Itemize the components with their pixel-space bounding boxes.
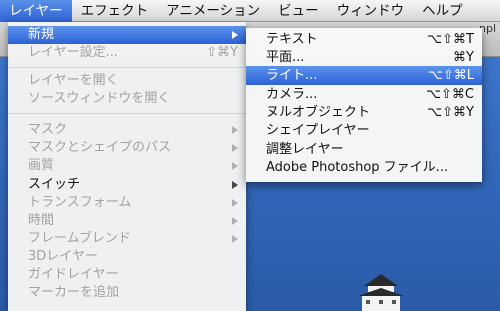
menu-item-open-layer[interactable]: レイヤーを開く	[8, 72, 246, 90]
menu-item-label: ガイドレイヤー	[28, 267, 119, 282]
menu-item-shortcut: ⇧⌘Y	[206, 45, 238, 60]
menu-item-label: ソースウィンドウを開く	[28, 91, 171, 106]
submenu-item-label: Adobe Photoshop ファイル...	[266, 160, 449, 175]
submenu-item-label: テキスト	[266, 32, 318, 47]
submenu-item-shortcut: ⌥⇧⌘L	[427, 68, 474, 83]
menu-item-label: フレームブレンド	[28, 231, 131, 246]
submenu-item-null-object[interactable]: ヌルオブジェクト ⌥⇧⌘Y	[246, 103, 482, 122]
submenu-arrow-icon	[232, 199, 238, 207]
menu-item-label: スイッチ	[28, 177, 81, 192]
submenu-item-shortcut: ⌥⇧⌘C	[426, 87, 474, 102]
menu-window[interactable]: ウィンドウ	[328, 0, 414, 22]
submenu-arrow-icon	[232, 235, 238, 243]
menu-item-time[interactable]: 時間	[8, 212, 246, 230]
menu-item-label: 画質	[28, 158, 55, 173]
submenu-item-label: ヌルオブジェクト	[266, 105, 371, 120]
submenu-item-label: 平面...	[266, 50, 305, 65]
menu-separator	[8, 113, 246, 114]
menu-item-3d-layer[interactable]: 3Dレイヤー	[8, 248, 246, 266]
menu-help[interactable]: ヘルプ	[413, 0, 472, 22]
menu-item-switch[interactable]: スイッチ	[8, 176, 246, 194]
submenu-item-photoshop-file[interactable]: Adobe Photoshop ファイル...	[246, 158, 482, 177]
menu-effect[interactable]: エフェクト	[72, 0, 158, 22]
menu-item-label: マスクとシェイプのパス	[28, 140, 172, 155]
submenu-item-label: ライト...	[266, 68, 318, 83]
submenu-arrow-icon	[232, 31, 238, 39]
new-submenu: テキスト ⌥⇧⌘T 平面... ⌘Y ライト... ⌥⇧⌘L カメラ... ⌥⇧…	[246, 28, 482, 182]
menu-item-label: レイヤーを開く	[28, 73, 119, 88]
menu-view[interactable]: ビュー	[269, 0, 328, 22]
castle-image	[358, 274, 404, 311]
submenu-item-label: カメラ...	[266, 87, 318, 102]
submenu-arrow-icon	[232, 162, 238, 170]
menu-item-label: マスク	[28, 122, 68, 137]
menu-item-guide-layer[interactable]: ガイドレイヤー	[8, 266, 246, 284]
menu-item-open-source-window[interactable]: ソースウィンドウを開く	[8, 90, 246, 108]
menu-animation[interactable]: アニメーション	[157, 0, 269, 22]
menu-item-quality[interactable]: 画質	[8, 157, 246, 175]
menu-item-label: トランスフォーム	[28, 195, 132, 210]
submenu-item-label: シェイプレイヤー	[266, 123, 370, 138]
menu-item-mask[interactable]: マスク	[8, 121, 246, 139]
menu-item-frame-blend[interactable]: フレームブレンド	[8, 230, 246, 248]
submenu-item-shortcut: ⌘Y	[453, 50, 474, 65]
submenu-item-adjustment-layer[interactable]: 調整レイヤー	[246, 140, 482, 159]
submenu-item-text[interactable]: テキスト ⌥⇧⌘T	[246, 30, 482, 49]
menu-item-label: 新規	[28, 27, 55, 42]
submenu-item-light[interactable]: ライト... ⌥⇧⌘L	[246, 66, 482, 85]
submenu-arrow-icon	[232, 126, 238, 134]
menu-item-new[interactable]: 新規	[8, 26, 246, 44]
menu-item-label: レイヤー設定...	[28, 45, 119, 60]
submenu-item-solid[interactable]: 平面... ⌘Y	[246, 48, 482, 67]
menu-bar: レイヤー エフェクト アニメーション ビュー ウィンドウ ヘルプ	[0, 0, 500, 22]
menu-item-mask-and-shape-path[interactable]: マスクとシェイプのパス	[8, 139, 246, 157]
menu-item-label: 時間	[28, 213, 55, 228]
menu-layer[interactable]: レイヤー	[0, 0, 72, 22]
menu-item-add-marker[interactable]: マーカーを追加	[8, 284, 246, 302]
submenu-arrow-icon	[232, 144, 238, 152]
menu-item-layer-settings[interactable]: レイヤー設定... ⇧⌘Y	[8, 44, 246, 62]
submenu-item-label: 調整レイヤー	[266, 142, 344, 157]
menu-item-label: マーカーを追加	[28, 285, 120, 300]
layer-dropdown-menu: 新規 レイヤー設定... ⇧⌘Y レイヤーを開く ソースウィンドウを開く マスク…	[8, 22, 246, 311]
submenu-item-camera[interactable]: カメラ... ⌥⇧⌘C	[246, 85, 482, 104]
menu-separator	[8, 67, 246, 68]
submenu-arrow-icon	[232, 217, 238, 225]
submenu-arrow-icon	[232, 181, 238, 189]
submenu-item-shortcut: ⌥⇧⌘T	[427, 32, 474, 47]
submenu-item-shape-layer[interactable]: シェイプレイヤー	[246, 121, 482, 140]
menu-item-transform[interactable]: トランスフォーム	[8, 194, 246, 212]
menu-item-label: 3Dレイヤー	[28, 249, 98, 264]
submenu-item-shortcut: ⌥⇧⌘Y	[427, 105, 474, 120]
